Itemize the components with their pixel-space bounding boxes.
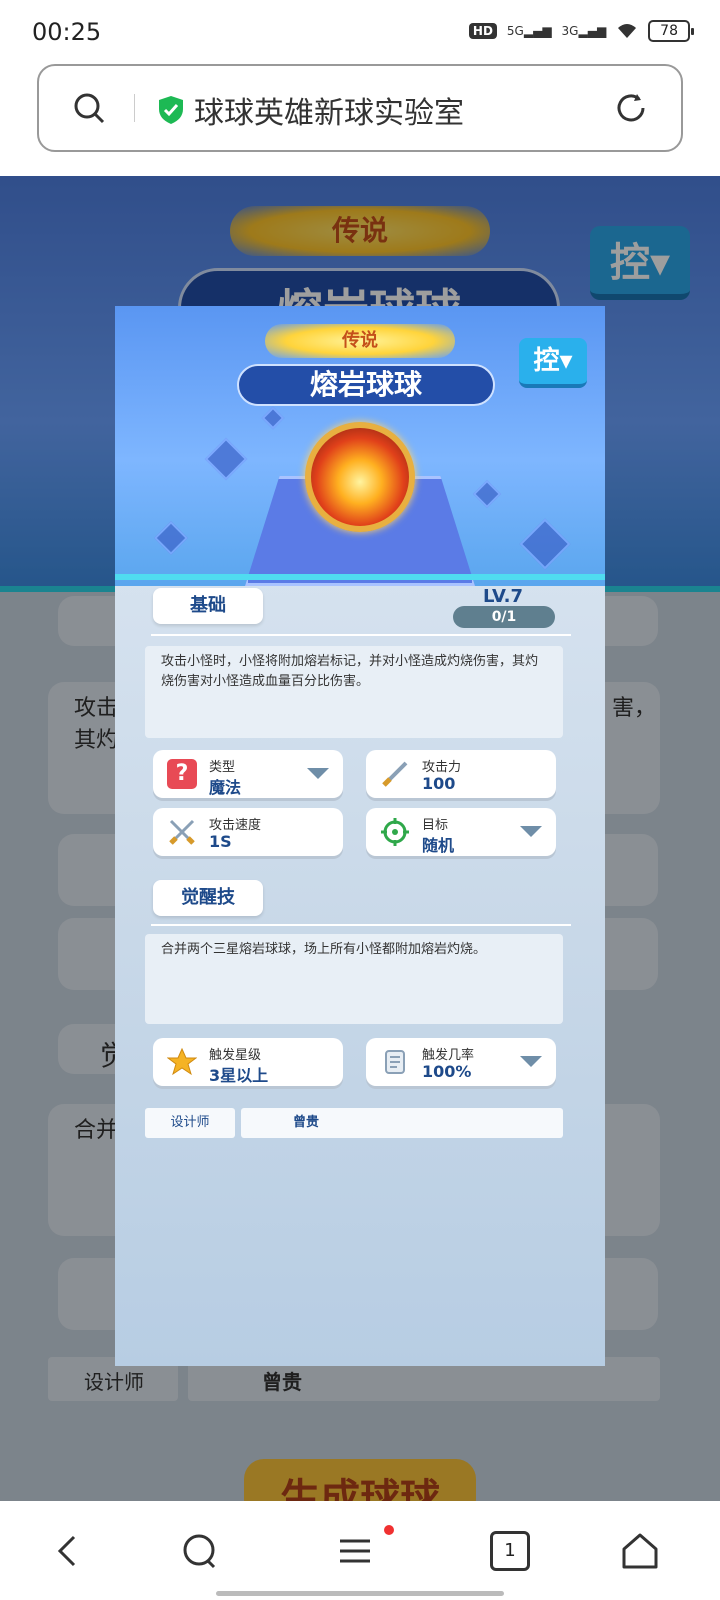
stat-value: 随机 [422,836,455,855]
status-bar: 00:25 HD 5G▂▄▆ 3G▂▄▆ 78 [0,0,720,60]
lava-ball-icon [305,422,415,532]
designer-value: 曾贵 [241,1108,563,1138]
back-icon[interactable] [48,1531,88,1571]
stat-value: 100 [422,774,456,793]
chevron-down-icon[interactable] [520,826,542,837]
address-bar[interactable]: 球球英雄新球实验室 [37,64,683,152]
signal-5g-icon: 5G▂▄▆ [506,24,552,38]
notification-dot [384,1525,394,1535]
tab-awaken[interactable]: 觉醒技 [153,880,263,916]
tabs-button[interactable]: 1 [490,1531,530,1571]
hd-icon: HD [468,23,497,39]
stat-attack-speed: 攻击速度 1S [153,808,343,856]
secure-shield-icon [159,96,183,124]
tab-basic[interactable]: 基础 [153,588,263,624]
stat-target[interactable]: 目标 随机 [366,808,556,856]
question-icon: ? [167,759,197,789]
ball-name: 熔岩球球 [237,364,495,406]
page-title[interactable]: 球球英雄新球实验室 [194,88,464,132]
stat-value: 魔法 [209,778,242,797]
stat-value: 1S [209,832,232,851]
level-progress: 0/1 [453,606,555,628]
stat-label: 触发星级 [209,1048,262,1063]
rarity-badge: 传说 [265,324,455,358]
status-time: 00:25 [32,18,102,46]
stat-label: 类型 [209,760,236,775]
level-label: LV.7 [483,586,523,607]
battery-icon: 78 [648,20,694,42]
stat-attack: 攻击力 100 [366,750,556,798]
awaken-description: 合并两个三星熔岩球球，场上所有小怪都附加熔岩灼烧。 [145,934,563,1024]
designer-label: 设计师 [145,1108,235,1138]
ball-detail-modal: 传说 熔岩球球 控▾ 基础 LV.7 0/1 攻击小怪时，小怪将附加熔岩标记，并… [115,306,605,1366]
reload-icon[interactable] [613,90,649,126]
stat-label: 攻击力 [422,760,462,775]
star-icon [167,1047,197,1076]
stat-label: 触发几率 [422,1048,475,1063]
stat-label: 目标 [422,818,449,833]
sword-icon [382,761,408,787]
stat-value: 100% [422,1062,472,1081]
divider [134,94,135,122]
home-icon[interactable] [620,1531,660,1571]
target-icon [381,818,409,846]
chevron-down-icon[interactable] [307,768,329,779]
crossed-swords-icon [169,819,195,845]
stat-type[interactable]: ? 类型 魔法 [153,750,343,798]
signal-3g-icon: 3G▂▄▆ [561,24,607,38]
control-button[interactable]: 控▾ [519,338,587,388]
bottom-nav: 1 [0,1501,720,1600]
gesture-bar [216,1591,504,1596]
divider [151,924,571,926]
wifi-icon [618,24,637,38]
chevron-down-icon[interactable] [520,1056,542,1067]
trigger-chance[interactable]: 触发几率 100% [366,1038,556,1086]
trigger-star: 触发星级 3星以上 [153,1038,343,1086]
scroll-icon [385,1050,405,1074]
stat-value: 3星以上 [209,1066,269,1085]
skill-description: 攻击小怪时，小怪将附加熔岩标记，并对小怪造成灼烧伤害，其灼烧伤害对小怪造成血量百… [145,646,563,738]
divider [151,634,571,636]
modal-band [115,574,605,580]
search-icon[interactable] [180,1531,220,1571]
search-icon[interactable] [73,92,105,124]
status-icons: HD 5G▂▄▆ 3G▂▄▆ 78 [468,20,694,42]
stat-label: 攻击速度 [209,818,262,833]
menu-icon[interactable] [336,1531,376,1571]
